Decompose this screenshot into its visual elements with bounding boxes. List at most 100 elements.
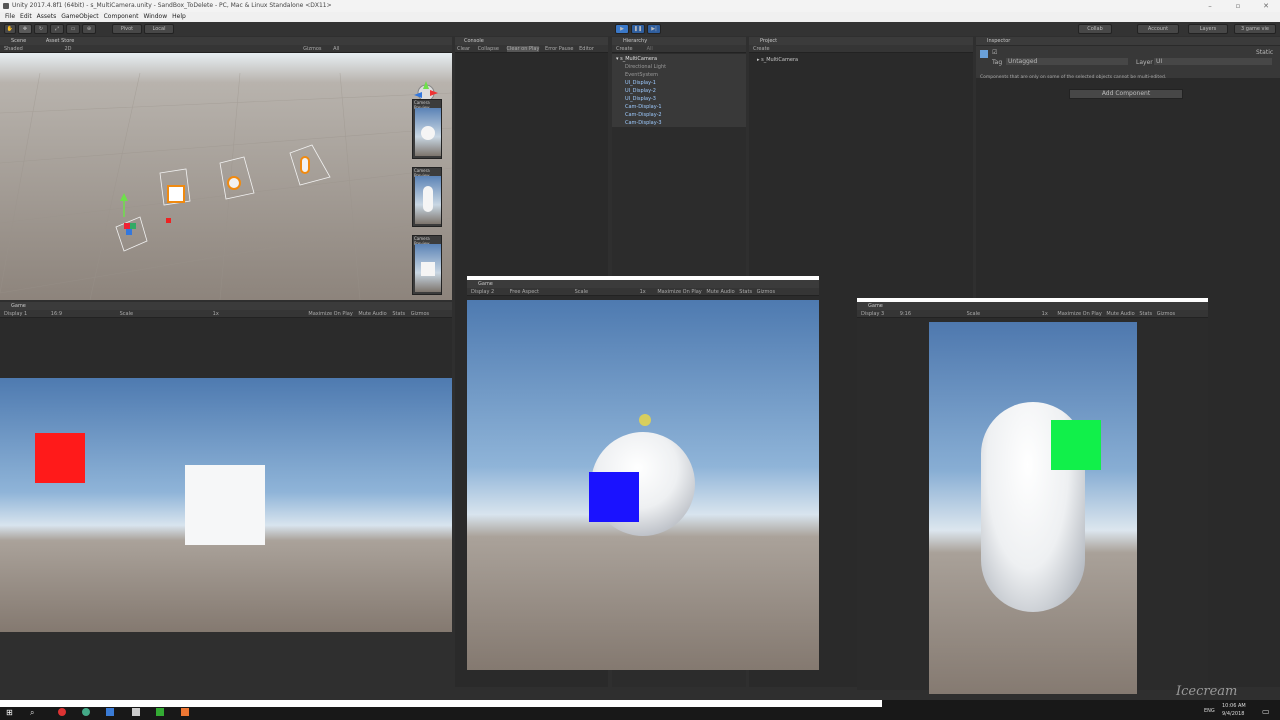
tab-asset-store[interactable]: Asset Store (46, 38, 74, 44)
tab-inspector[interactable]: Inspector (987, 38, 1010, 44)
chrome-icon[interactable] (82, 708, 90, 716)
rotate-tool-icon[interactable]: ↻ (34, 24, 48, 34)
window-title: Unity 2017.4.8f1 (64bit) - s_MultiCamera… (12, 2, 332, 9)
hierarchy-item[interactable]: EventSystem (625, 71, 658, 79)
restore-icon[interactable]: ▫ (1224, 0, 1252, 12)
menu-edit[interactable]: Edit (20, 12, 32, 22)
game-view-1[interactable] (0, 378, 452, 632)
minimize-icon[interactable]: – (1196, 0, 1224, 12)
stats-1[interactable]: Stats (392, 311, 405, 317)
layers-dropdown[interactable]: Layers (1188, 24, 1228, 34)
hierarchy-item[interactable]: UI_Display-2 (625, 87, 656, 95)
hierarchy-item[interactable]: Cam-Display-1 (625, 103, 662, 111)
project-scene-asset[interactable]: ▸ s_MultiCamera (757, 57, 798, 63)
collab-button[interactable]: Collab (1078, 24, 1112, 34)
transform-tool-icon[interactable]: ⊕ (82, 24, 96, 34)
hand-tool-icon[interactable]: ✋ (4, 24, 16, 34)
local-toggle[interactable]: Local (144, 24, 174, 34)
maximize-on-play-2[interactable]: Maximize On Play (657, 289, 701, 295)
project-create-dropdown[interactable]: Create (753, 46, 770, 52)
maximize-on-play-1[interactable]: Maximize On Play (308, 311, 352, 317)
tab-game-2[interactable]: Game (478, 281, 493, 287)
shading-mode-dropdown[interactable]: Shaded (4, 46, 23, 52)
add-component-button[interactable]: Add Component (1069, 89, 1183, 99)
notification-icon[interactable]: ▭ (1262, 707, 1270, 716)
tab-project[interactable]: Project (760, 38, 777, 44)
mute-audio-3[interactable]: Mute Audio (1106, 311, 1134, 317)
layout-dropdown[interactable]: 3 game vie (1234, 24, 1276, 34)
error-pause-toggle[interactable]: Error Pause (545, 46, 573, 52)
gizmos-2[interactable]: Gizmos (757, 289, 775, 295)
unity-taskbar-icon[interactable] (132, 708, 140, 716)
mute-audio-1[interactable]: Mute Audio (358, 311, 386, 317)
blue-square (589, 472, 639, 522)
language-indicator[interactable]: ENG (1204, 708, 1215, 714)
gizmos-3[interactable]: Gizmos (1157, 311, 1175, 317)
hierarchy-item[interactable]: Cam-Display-3 (625, 119, 662, 127)
gizmos-1[interactable]: Gizmos (411, 311, 429, 317)
scene-tab-bar: Scene Asset Store (0, 37, 452, 45)
step-button[interactable]: ▶| (647, 24, 661, 34)
hierarchy-item[interactable]: UI_Display-1 (625, 79, 656, 87)
tag-dropdown[interactable]: Untagged (1006, 58, 1128, 65)
static-checkbox[interactable]: Static (1256, 49, 1273, 56)
menu-assets[interactable]: Assets (37, 12, 57, 22)
hierarchy-item[interactable]: UI_Display-3 (625, 95, 656, 103)
scene-search-field[interactable]: All (333, 46, 339, 52)
game-panel-2: Game Display 2 Free Aspect Scale 1x Maxi… (467, 276, 819, 670)
hierarchy-create-dropdown[interactable]: Create (616, 46, 633, 52)
menu-gameobject[interactable]: GameObject (61, 12, 98, 22)
stats-2[interactable]: Stats (739, 289, 752, 295)
excel-icon[interactable] (156, 708, 164, 716)
clock-time[interactable]: 10:06 AM (1222, 703, 1246, 709)
game-view-3[interactable] (929, 322, 1137, 694)
maximize-on-play-3[interactable]: Maximize On Play (1057, 311, 1101, 317)
display-dropdown-1[interactable]: Display 1 (4, 311, 27, 317)
close-icon[interactable]: ✕ (1252, 0, 1280, 12)
menu-file[interactable]: File (5, 12, 15, 22)
pivot-toggle[interactable]: Pivot (112, 24, 142, 34)
2d-toggle[interactable]: 2D (64, 46, 71, 52)
tab-game-1[interactable]: Game (11, 303, 26, 309)
search-icon[interactable]: ⌕ (30, 708, 34, 718)
layer-dropdown[interactable]: UI (1154, 58, 1272, 65)
menu-component[interactable]: Component (104, 12, 139, 22)
clear-button[interactable]: Clear (457, 46, 470, 52)
visual-studio-icon[interactable] (106, 708, 114, 716)
scene-gizmos-dropdown[interactable]: Gizmos (303, 46, 321, 52)
mute-audio-2[interactable]: Mute Audio (706, 289, 734, 295)
recorder-icon[interactable] (181, 708, 189, 716)
editor-dropdown[interactable]: Editor (579, 46, 594, 52)
display-dropdown-3[interactable]: Display 3 (861, 311, 884, 317)
menu-window[interactable]: Window (143, 12, 167, 22)
game-view-2[interactable] (467, 300, 819, 670)
display-dropdown-2[interactable]: Display 2 (471, 289, 494, 295)
menu-help[interactable]: Help (172, 12, 186, 22)
app-icon[interactable] (58, 708, 66, 716)
tab-console[interactable]: Console (464, 38, 484, 44)
aspect-dropdown-3[interactable]: 9:16 (900, 311, 911, 317)
hierarchy-scene-root[interactable]: ▾ s_MultiCamera (616, 55, 657, 63)
clear-on-play-toggle[interactable]: Clear on Play (506, 46, 540, 52)
move-tool-icon[interactable]: ✥ (18, 24, 32, 34)
windows-start-icon[interactable]: ⊞ (6, 708, 13, 717)
hierarchy-item[interactable]: Directional Light (625, 63, 666, 71)
hierarchy-item[interactable]: Cam-Display-2 (625, 111, 662, 119)
stats-3[interactable]: Stats (1139, 311, 1152, 317)
tab-game-3[interactable]: Game (868, 303, 883, 309)
scale-tool-icon[interactable]: ⤢ (50, 24, 64, 34)
pause-button[interactable]: ❚❚ (631, 24, 645, 34)
scene-view[interactable]: Camera Preview Camera Preview Camera Pre… (0, 53, 452, 300)
hierarchy-search-field[interactable]: All (647, 46, 653, 52)
aspect-dropdown-1[interactable]: 16:9 (51, 311, 62, 317)
play-button[interactable]: ▶ (615, 24, 629, 34)
active-checkbox[interactable]: ☑ (992, 49, 997, 56)
collapse-button[interactable]: Collapse (478, 46, 499, 52)
tab-hierarchy[interactable]: Hierarchy (623, 38, 647, 44)
aspect-dropdown-2[interactable]: Free Aspect (510, 289, 539, 295)
rect-tool-icon[interactable]: ▭ (66, 24, 80, 34)
tab-scene[interactable]: Scene (11, 38, 26, 44)
account-dropdown[interactable]: Account (1137, 24, 1179, 34)
cursor-highlight (639, 414, 651, 426)
clock-date[interactable]: 9/4/2018 (1222, 711, 1244, 717)
